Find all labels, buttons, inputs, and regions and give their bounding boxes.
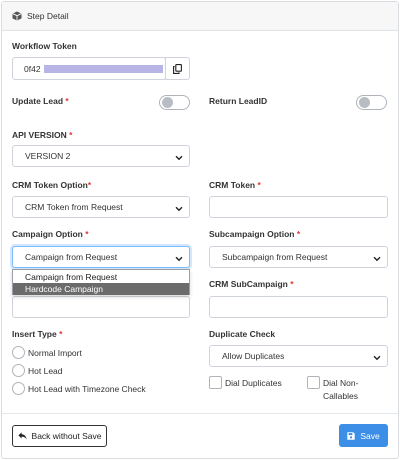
chevron-down-icon: [175, 153, 183, 161]
back-button-label: Back without Save: [31, 431, 102, 441]
panel-title: Step Detail: [27, 11, 69, 21]
dial-non-callables-label-line2: Callables: [323, 391, 358, 401]
crm-token-input[interactable]: [209, 196, 388, 218]
cube-icon: [12, 11, 22, 21]
crm-token-option-value: CRM Token from Request: [25, 202, 123, 212]
dial-non-callables-checkbox[interactable]: [307, 376, 320, 389]
back-without-save-button[interactable]: Back without Save: [12, 425, 107, 447]
save-button-label: Save: [360, 430, 380, 441]
workflow-token-label: Workflow Token: [12, 41, 77, 51]
panel-header: Step Detail: [2, 2, 398, 31]
dropdown-option[interactable]: Campaign from Request: [13, 271, 189, 283]
crm-token-label: CRM Token *: [209, 180, 261, 190]
chevron-down-icon: [175, 204, 183, 212]
subcampaign-option-value: Subcampaign from Request: [222, 252, 328, 262]
return-leadid-label: Return LeadID: [209, 96, 268, 106]
dropdown-option-highlighted[interactable]: Hardcode Campaign: [13, 283, 189, 295]
campaign-option-select[interactable]: Campaign from Request: [12, 246, 190, 268]
crm-subcampaign-input[interactable]: [209, 296, 388, 318]
radio-label-hot-lead: Hot Lead: [28, 366, 63, 376]
copy-token-button[interactable]: [165, 57, 190, 80]
floppy-disk-icon: [347, 431, 356, 440]
hardcode-campaign-input[interactable]: [12, 296, 190, 318]
radio-label-normal-import: Normal Import: [28, 348, 82, 358]
footer-divider: [2, 413, 398, 414]
api-version-label: API VERSION *: [12, 130, 73, 140]
radio-hot-lead[interactable]: [12, 364, 25, 377]
campaign-option-label: Campaign Option *: [12, 229, 89, 239]
dial-duplicates-checkbox[interactable]: [209, 376, 222, 389]
workflow-token-value: 0f42: [24, 64, 41, 74]
duplicate-check-label: Duplicate Check: [209, 329, 276, 339]
toggle-knob: [162, 97, 173, 108]
duplicate-check-value: Allow Duplicates: [222, 351, 285, 361]
chevron-down-icon: [373, 353, 381, 361]
api-version-value: VERSION 2: [25, 151, 71, 161]
crm-subcampaign-label: CRM SubCampaign *: [209, 279, 294, 289]
token-redaction: [44, 65, 163, 73]
update-lead-toggle[interactable]: [159, 95, 190, 110]
save-button[interactable]: Save: [339, 424, 388, 447]
subcampaign-option-label: Subcampaign Option *: [209, 229, 301, 239]
radio-hot-lead-timezone[interactable]: [12, 382, 25, 395]
subcampaign-option-select[interactable]: Subcampaign from Request: [209, 246, 388, 268]
dial-non-callables-label-line1: Dial Non-: [323, 378, 359, 388]
api-version-select[interactable]: VERSION 2: [12, 145, 190, 167]
update-lead-label: Update Lead *: [12, 96, 69, 106]
workflow-token-field[interactable]: 0f42: [12, 57, 166, 80]
copy-icon: [173, 63, 182, 74]
return-leadid-toggle[interactable]: [356, 95, 387, 110]
crm-token-option-select[interactable]: CRM Token from Request: [12, 196, 190, 218]
dial-duplicates-label: Dial Duplicates: [225, 378, 282, 388]
campaign-option-dropdown: Campaign from Request Hardcode Campaign: [12, 269, 190, 295]
crm-token-option-label: CRM Token Option*: [12, 180, 92, 190]
toggle-knob: [359, 97, 370, 108]
chevron-down-icon: [373, 254, 381, 262]
radio-normal-import[interactable]: [12, 346, 25, 359]
reply-arrow-icon: [17, 432, 27, 440]
campaign-option-value: Campaign from Request: [25, 252, 118, 262]
radio-label-hot-lead-timezone: Hot Lead with Timezone Check: [28, 384, 146, 394]
duplicate-check-select[interactable]: Allow Duplicates: [209, 345, 388, 367]
chevron-down-icon: [175, 254, 183, 262]
insert-type-label: Insert Type *: [12, 329, 63, 339]
